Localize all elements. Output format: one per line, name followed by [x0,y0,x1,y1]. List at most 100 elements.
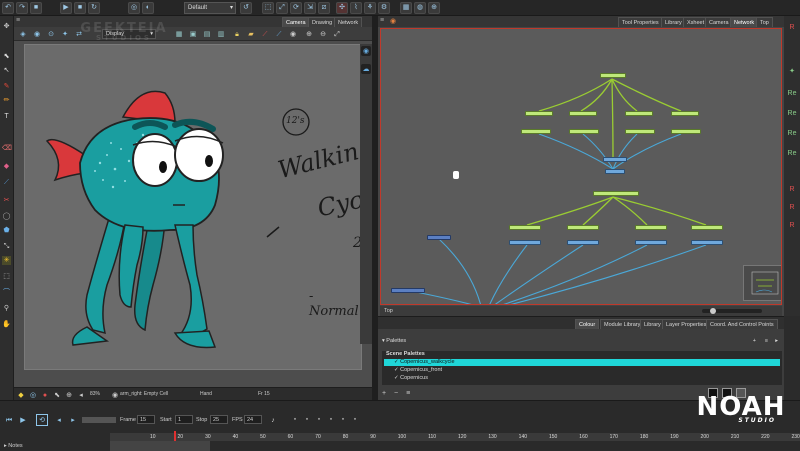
expand-icon[interactable]: ▸ [775,337,778,346]
node-group-4[interactable] [671,111,699,116]
play-icon[interactable]: ▶ [60,2,72,14]
node-part-drawing-3[interactable] [635,240,667,245]
ik-tool-icon[interactable]: ⚙ [378,2,390,14]
lock-icon[interactable]: 🔒︎ [232,29,242,39]
pointer-icon[interactable]: ⬉ [52,390,62,400]
text-tool-icon[interactable]: T [2,112,11,121]
cloud-icon[interactable]: ☁ [361,64,371,74]
palette-options-icon[interactable]: ≡ [406,390,410,397]
layers-icon[interactable]: ▥ [216,29,226,39]
tab-drawing[interactable]: Drawing [308,17,337,27]
panel-menu-icon[interactable]: ≡ [380,17,384,24]
network-breadcrumb[interactable]: Top [384,308,393,314]
network-zoom-thumb[interactable] [710,308,716,314]
stop-icon[interactable]: ■ [74,2,86,14]
hand-icon[interactable]: ✋ [2,320,11,329]
shape-icon[interactable]: ◯ [2,212,11,221]
add-palette-icon[interactable]: + [753,337,756,346]
first-frame-icon[interactable]: ⏮ [4,415,14,425]
node-part-3[interactable] [635,225,667,230]
rotate-tool-icon[interactable]: ⟳ [290,2,302,14]
tab-camera[interactable]: Camera [282,17,310,27]
tl-tool-2-icon[interactable]: ▪ [302,414,312,424]
zoom-in-icon[interactable]: ⊕ [304,29,314,39]
tl-tool-6-icon[interactable]: ▪ [350,414,360,424]
smooth-icon[interactable]: ⌒ [2,288,11,297]
transform-tool-icon[interactable]: ⤢ [276,2,288,14]
onion-skin-small-icon[interactable]: ◎ [28,390,38,400]
node-sub-2[interactable] [569,129,599,134]
light-bulb-icon[interactable]: ◆ [16,390,26,400]
loop-button-icon[interactable]: ⟲ [36,414,48,426]
red-node-icon-4[interactable]: R [787,220,797,230]
node-part-drawing-4[interactable] [691,240,723,245]
start-field[interactable]: 1 [175,415,193,424]
network-area[interactable] [380,28,782,305]
redo-icon[interactable]: ↷ [16,2,28,14]
grid-icon[interactable]: ▦ [400,2,412,14]
node-peg[interactable] [593,191,639,196]
zoom-icon[interactable]: ⚲ [2,304,11,313]
tab-camera-2[interactable]: Camera [705,17,733,27]
prev-frame-icon[interactable]: ◂ [54,415,64,425]
green-tool-icon-1[interactable]: ✦ [787,66,797,76]
palette-row[interactable]: ✓ Copernicus [384,375,780,382]
next-frame-icon[interactable]: ▸ [68,415,78,425]
node-group-3[interactable] [625,111,653,116]
node-part-4[interactable] [691,225,723,230]
green-tool-icon-4[interactable]: Re [787,128,797,138]
stroke-icon[interactable]: ⤡ [2,242,11,251]
select-tool-icon[interactable]: ⬚ [262,2,274,14]
node-extra-2[interactable] [391,288,425,293]
node-part-1[interactable] [509,225,541,230]
onion-skin-icon[interactable]: ◎ [128,2,140,14]
frame-back-icon[interactable]: ◂ [76,390,86,400]
workspace-select[interactable]: Default ▾ [184,2,236,14]
node-part-drawing-1[interactable] [509,240,541,245]
bone-tool-icon[interactable]: ⌇ [350,2,362,14]
frame-field[interactable]: 15 [137,415,155,424]
contour-editor-icon[interactable]: ↖ [2,66,11,75]
node-group-1[interactable] [525,111,553,116]
tab-tool-properties[interactable]: Tool Properties [618,17,663,27]
drawing-canvas[interactable]: 12's Walking Cycle 2 -Normal [24,44,362,370]
animate-mode-icon[interactable]: ◈ [18,29,28,39]
color-picker-icon[interactable]: ● [40,390,50,400]
add-palette-button[interactable]: + [382,390,386,397]
palette-row[interactable]: ✓ Copernicus_front [384,367,780,374]
brush-icon[interactable]: ✎ [2,82,11,91]
network-navigator[interactable] [743,265,781,301]
skew-tool-icon[interactable]: ⧄ [318,2,330,14]
loop-icon[interactable]: ↻ [88,2,100,14]
target-icon[interactable]: ⊕ [64,390,74,400]
pan-tool-icon[interactable]: ✥ [2,22,11,31]
node-extra-1[interactable] [427,235,451,240]
marquee-icon[interactable]: ⬚ [2,272,11,281]
light-table-icon[interactable]: ◐ [142,2,154,14]
fit-icon[interactable]: ⤢ [332,29,342,39]
play-button-icon[interactable]: ▶ [18,415,28,425]
node-group-2[interactable] [569,111,597,116]
cutter-icon[interactable]: ✂ [2,196,11,205]
remove-palette-button[interactable]: − [394,390,398,397]
red-node-icon-3[interactable]: R [787,202,797,212]
tab-top[interactable]: Top [756,17,773,27]
morph-tool-icon[interactable]: ⚘ [364,2,376,14]
eraser-icon[interactable]: ⌫ [2,144,12,153]
pen-red-icon[interactable]: ⟋ [260,29,270,39]
sound-icon[interactable]: ♪ [268,415,278,425]
tab-network[interactable]: Network [334,17,363,27]
red-node-icon-1[interactable]: R [787,22,797,32]
eye-icon[interactable]: ◉ [288,29,298,39]
tl-tool-1-icon[interactable]: ▪ [290,414,300,424]
stop-field[interactable]: 25 [210,415,228,424]
reset-icon[interactable]: ↺ [240,2,252,14]
peg-icon[interactable]: ⊙ [46,29,56,39]
transform-icon[interactable]: ✳ [2,256,11,265]
camera-icon[interactable]: ◍ [414,2,426,14]
node-sub-4[interactable] [671,129,701,134]
network-zoom-slider[interactable] [702,308,762,314]
node-part-drawing-2[interactable] [567,240,599,245]
palette-row-selected[interactable]: ✓ Copernicus_walkcycle [384,359,780,366]
tab-network-2[interactable]: Network [730,17,759,27]
